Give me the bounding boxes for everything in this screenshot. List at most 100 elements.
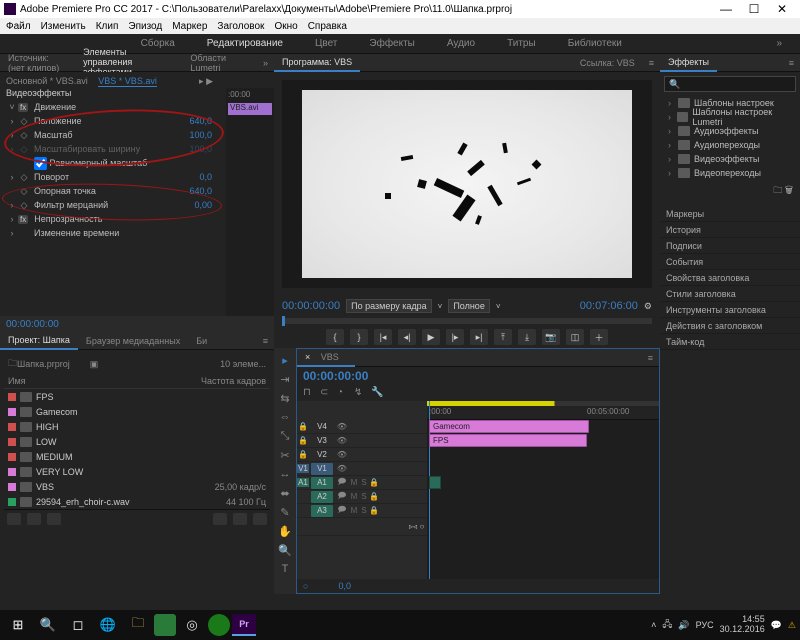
new-bin-icon[interactable]: 🗀 [773, 185, 782, 195]
settings-icon[interactable]: ↯ [354, 387, 366, 399]
taskbar-app1[interactable] [154, 614, 176, 636]
go-in-button[interactable]: |◂ [374, 329, 392, 345]
collapsed-panel[interactable]: Подписи [660, 238, 800, 254]
clip-fps[interactable]: FPS [429, 434, 587, 447]
project-item[interactable]: VBS25,00 кадр/с [4, 479, 270, 494]
lift-button[interactable]: ⤒ [494, 329, 512, 345]
workspace-effects[interactable]: Эффекты [363, 35, 420, 52]
project-item[interactable]: FPS [4, 389, 270, 404]
collapsed-panel[interactable]: События [660, 254, 800, 270]
tray-volume-icon[interactable]: 🔊 [678, 620, 689, 631]
filter-icon[interactable]: ▣ [90, 359, 99, 370]
taskbar-explorer[interactable]: 🗀 [124, 613, 152, 637]
audio-clip[interactable] [429, 476, 441, 489]
settings-icon[interactable]: ⚙ [644, 301, 652, 312]
wrench-icon[interactable]: 🔧 [371, 387, 383, 399]
timeline-content[interactable]: :00:00 00:05:00:00 Gamecom FPS [427, 401, 659, 579]
collapsed-panel[interactable]: Стили заголовка [660, 286, 800, 302]
project-item[interactable]: VERY LOW [4, 464, 270, 479]
track-v2[interactable]: 🔒V2👁 [297, 448, 427, 462]
snap-icon[interactable]: ⊓ [303, 387, 315, 399]
effects-folder[interactable]: ›Видеопереходы [664, 166, 796, 180]
go-out-button[interactable]: ▸| [470, 329, 488, 345]
linked-selection-icon[interactable]: ⊂ [320, 387, 332, 399]
marker-icon[interactable]: ◔ [337, 387, 349, 399]
panel-menu-icon[interactable]: ≡ [783, 58, 800, 68]
mark-out-button[interactable]: } [350, 329, 368, 345]
menu-edit[interactable]: Изменить [41, 21, 86, 32]
project-item[interactable]: Gamecom [4, 404, 270, 419]
selection-tool[interactable]: ▸ [277, 352, 293, 368]
panel-menu-icon[interactable]: ≡ [643, 58, 660, 68]
track-select-tool[interactable]: ⇥ [277, 371, 293, 387]
menu-file[interactable]: Файл [6, 21, 31, 32]
ripple-tool[interactable]: ⇆ [277, 390, 293, 406]
extract-button[interactable]: ⤓ [518, 329, 536, 345]
export-frame-button[interactable]: 📷 [542, 329, 560, 345]
tab-project[interactable]: Проект: Шапка [0, 332, 78, 350]
comparison-button[interactable]: ◫ [566, 329, 584, 345]
workspace-titles[interactable]: Титры [501, 35, 542, 52]
slip-tool[interactable]: ↔ [277, 466, 293, 482]
track-a2[interactable]: A2🗩MS🔒 [297, 490, 427, 504]
new-bin-button[interactable] [213, 513, 227, 525]
taskbar-app3[interactable] [208, 614, 230, 636]
new-item-button[interactable] [233, 513, 247, 525]
hand-tool[interactable]: ✋ [277, 523, 293, 539]
menu-sequence[interactable]: Эпизод [128, 21, 162, 32]
mark-in-button[interactable]: { [326, 329, 344, 345]
play-button[interactable]: ▶ [422, 329, 440, 345]
panel-menu-icon[interactable]: ≡ [642, 353, 659, 363]
effects-search[interactable]: 🔍 [664, 76, 796, 92]
taskbar-chrome[interactable]: 🌐 [94, 613, 122, 637]
project-item[interactable]: 29594_erh_choir-c.wav44 100 Гц [4, 494, 270, 509]
project-item[interactable]: HIGH [4, 419, 270, 434]
ec-mini-clip[interactable]: VBS.avi [228, 103, 272, 115]
collapsed-panel[interactable]: Действия с заголовком [660, 318, 800, 334]
track-master[interactable]: ▹◃○ [297, 518, 427, 536]
freeform-view-button[interactable] [47, 513, 61, 525]
icon-view-button[interactable] [27, 513, 41, 525]
list-view-button[interactable] [7, 513, 21, 525]
menu-marker[interactable]: Маркер [172, 21, 207, 32]
clip-gamecom[interactable]: Gamecom [429, 420, 589, 433]
collapsed-panel[interactable]: История [660, 222, 800, 238]
effects-folder[interactable]: ›Аудиопереходы [664, 138, 796, 152]
panel-menu-icon[interactable]: ≡ [257, 336, 274, 346]
panel-menu-icon[interactable]: » [257, 58, 274, 68]
timeline-timecode[interactable]: 00:00:00:00 [303, 369, 368, 383]
collapsed-panel[interactable]: Тайм-код [660, 334, 800, 350]
program-scrubber[interactable] [282, 318, 652, 324]
fit-dropdown[interactable]: По размеру кадра [346, 299, 432, 313]
menu-window[interactable]: Окно [274, 21, 297, 32]
workspace-libraries[interactable]: Библиотеки [562, 35, 628, 52]
taskbar-app2[interactable]: ◎ [178, 613, 206, 637]
tray-clock[interactable]: 14:5530.12.2016 [720, 615, 765, 635]
workspace-audio[interactable]: Аудио [441, 35, 481, 52]
program-tc-left[interactable]: 00:00:00:00 [282, 300, 340, 312]
tab-media-browser[interactable]: Браузер медиаданных [78, 333, 188, 349]
effects-folder[interactable]: ›Шаблоны настроек Lumetri [664, 110, 796, 124]
tray-notifications-icon[interactable]: 💬 [771, 620, 782, 631]
step-back-button[interactable]: ◂| [398, 329, 416, 345]
pen-tool[interactable]: ✎ [277, 504, 293, 520]
zoom-tool[interactable]: 🔍 [277, 542, 293, 558]
uniform-scale-checkbox[interactable] [34, 157, 47, 170]
timeline-zoom-bar[interactable]: ○0,0 [297, 579, 659, 593]
start-button[interactable]: ⊞ [4, 613, 32, 637]
collapsed-panel[interactable]: Инструменты заголовка [660, 302, 800, 318]
rate-stretch-tool[interactable]: ⤡ [277, 428, 293, 444]
task-view-button[interactable]: ◻ [64, 613, 92, 637]
workspace-overflow[interactable]: » [770, 35, 788, 52]
tab-program[interactable]: Программа: VBS [274, 54, 360, 72]
effects-folder[interactable]: ›Видеоэффекты [664, 152, 796, 166]
maximize-button[interactable]: ☐ [740, 2, 768, 16]
project-item[interactable]: LOW [4, 434, 270, 449]
program-tc-right[interactable]: 00:07:06:00 [580, 300, 638, 312]
ec-clip-link[interactable]: VBS * VBS.avi [98, 76, 157, 87]
tab-sequence[interactable]: × VBS [297, 349, 355, 367]
minimize-button[interactable]: — [712, 2, 740, 16]
program-viewport[interactable] [282, 80, 652, 288]
menu-title[interactable]: Заголовок [217, 21, 264, 32]
track-v3[interactable]: 🔒V3👁 [297, 434, 427, 448]
